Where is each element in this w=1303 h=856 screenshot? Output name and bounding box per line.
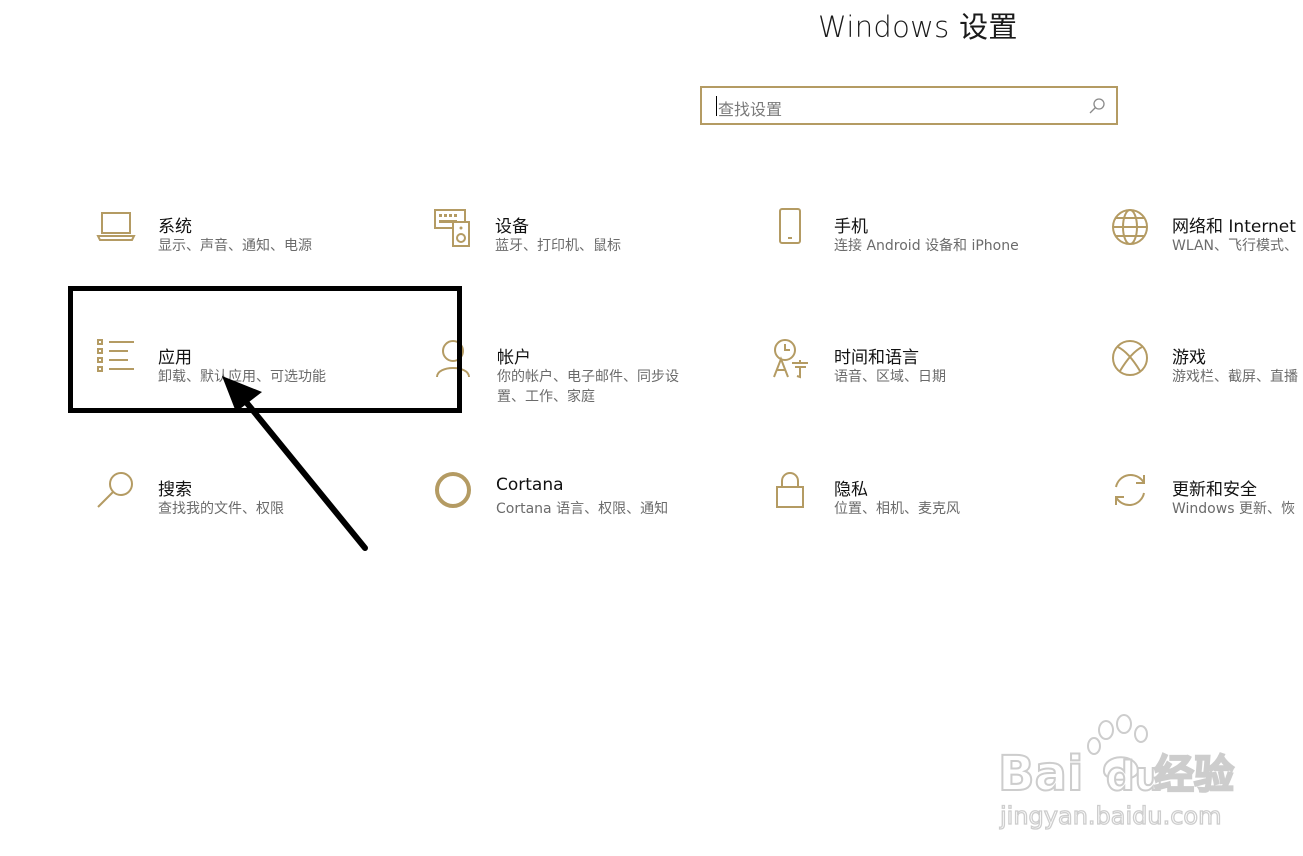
tile-description: Cortana 语言、权限、通知 (496, 501, 669, 517)
tile-update-security[interactable]: 更新和安全 Windows 更新、恢 (1110, 471, 1303, 541)
time-language-icon (773, 339, 808, 379)
tile-name: 搜索 (158, 480, 192, 500)
tile-name: 隐私 (834, 480, 868, 500)
keyboard-speaker-icon (434, 209, 470, 247)
watermark-cn: 经验 (1154, 752, 1234, 798)
xbox-icon (1112, 340, 1148, 376)
tile-name: Cortana (496, 475, 564, 495)
tile-cortana[interactable]: Cortana Cortana 语言、权限、通知 (434, 471, 734, 541)
cortana-ring-icon (435, 472, 471, 508)
globe-icon (1112, 209, 1148, 245)
tile-description: WLAN、飞行模式、 (1172, 238, 1299, 254)
phone-icon (779, 208, 801, 244)
tile-description: 游戏栏、截屏、直播 (1172, 369, 1298, 385)
tile-description: Windows 更新、恢 (1172, 501, 1295, 517)
window-title: Windows 设置 (818, 10, 1018, 44)
tile-name: 网络和 Internet (1172, 217, 1296, 237)
laptop-icon (96, 212, 136, 241)
tile-name: 更新和安全 (1172, 480, 1257, 500)
tile-name: 游戏 (1172, 348, 1206, 368)
tile-system[interactable]: 系统 显示、声音、通知、电源 (96, 208, 396, 278)
tile-privacy[interactable]: 隐私 位置、相机、麦克风 (772, 471, 1072, 541)
tile-name: 系统 (158, 217, 192, 237)
tile-description: 语音、区域、日期 (834, 369, 946, 385)
tile-time-language[interactable]: 时间和语言 语音、区域、日期 (772, 339, 1072, 409)
text-caret (716, 96, 717, 116)
tile-gaming[interactable]: 游戏 游戏栏、截屏、直播 (1110, 339, 1303, 409)
tile-devices[interactable]: 设备 蓝牙、打印机、鼠标 (433, 208, 733, 278)
search-placeholder: 查找设置 (718, 100, 783, 119)
tile-phone[interactable]: 手机 连接 Android 设备和 iPhone (772, 208, 1072, 278)
baidu-jingyan-watermark: Bai du 经验 jingyan.baidu.com (997, 714, 1235, 831)
highlight-box (68, 286, 462, 413)
lock-icon (776, 472, 804, 508)
tile-description: 位置、相机、麦克风 (834, 501, 960, 517)
watermark-brand: Bai (998, 746, 1083, 802)
tile-name: 时间和语言 (834, 348, 919, 368)
tile-description: 查找我的文件、权限 (158, 501, 284, 517)
tile-name: 手机 (834, 217, 868, 237)
tile-search[interactable]: 搜索 查找我的文件、权限 (96, 471, 396, 541)
search-box[interactable]: 查找设置 (700, 86, 1118, 125)
tile-name: 设备 (495, 217, 529, 237)
tile-description: 显示、声音、通知、电源 (158, 238, 312, 254)
sync-icon (1115, 473, 1145, 507)
tile-accounts[interactable]: 帐户 你的帐户、电子邮件、同步设置、工作、家庭 (435, 339, 735, 409)
tile-network[interactable]: 网络和 Internet WLAN、飞行模式、 (1110, 208, 1303, 278)
search-icon[interactable] (1088, 97, 1106, 115)
tile-description: 蓝牙、打印机、鼠标 (495, 238, 621, 254)
tile-name: 帐户 (497, 348, 531, 368)
search-magnifier-icon (97, 472, 133, 508)
tile-description: 你的帐户、电子邮件、同步设置、工作、家庭 (497, 369, 679, 405)
watermark-url: jingyan.baidu.com (999, 802, 1221, 830)
tile-description: 连接 Android 设备和 iPhone (834, 238, 1019, 254)
